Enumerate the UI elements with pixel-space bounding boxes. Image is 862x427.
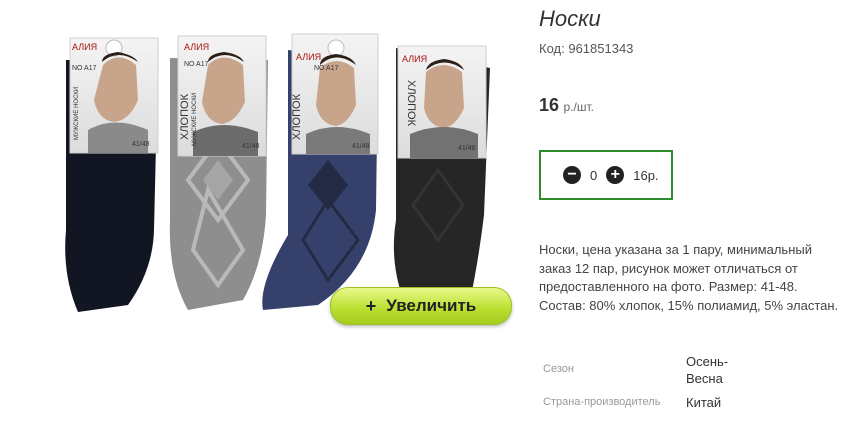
price: 16 р./шт.: [539, 95, 594, 116]
attribute-label-season: Сезон: [543, 363, 574, 375]
size-label-2: 41/48: [242, 143, 260, 150]
quantity-total: 16р.: [633, 167, 659, 183]
size-label-4: 41/48: [458, 145, 476, 152]
code-value: 961851343: [568, 41, 634, 56]
price-value: 16: [539, 95, 560, 115]
size-label-1: 41/48: [132, 141, 150, 148]
brand-label-1: АЛИЯ: [72, 42, 97, 52]
brand-label-3: АЛИЯ: [296, 52, 321, 62]
minus-circle-icon[interactable]: −: [563, 166, 581, 184]
code-label: Код:: [539, 41, 565, 56]
product-description: Носки, цена указана за 1 пару, минимальн…: [539, 242, 839, 313]
attribute-value-country: Китай: [686, 395, 722, 410]
zoom-label: Увеличить: [386, 296, 477, 315]
model-label-1: NO A17: [72, 65, 97, 72]
plus-circle-icon[interactable]: +: [606, 166, 625, 184]
quantity-stepper: − 0 + 16р.: [539, 150, 673, 200]
plus-icon: +: [365, 295, 377, 316]
package-card-1: [69, 37, 159, 154]
product-code: Код: 961851343: [539, 41, 633, 56]
price-unit: р./шт.: [563, 100, 594, 114]
model-label-2: NO A17: [184, 61, 209, 68]
type-label-1: МУЖСКИЕ НОСКИ: [74, 87, 80, 140]
type-label-2: МУЖСКИЕ НОСКИ: [192, 93, 198, 146]
material-label-2: ХЛОПОК: [179, 93, 191, 140]
model-label-3: NO A17: [314, 65, 339, 72]
zoom-button[interactable]: + Увеличить: [330, 287, 512, 325]
quantity-value: 0: [590, 167, 598, 183]
material-label-4: ХЛОПОК: [405, 80, 417, 127]
attribute-value-season: Осень-Весна: [686, 354, 729, 386]
attribute-label-country: Страна-производитель: [543, 396, 661, 408]
brand-label-4: АЛИЯ: [402, 54, 427, 64]
size-label-3: 41/48: [352, 143, 370, 150]
material-label-3: ХЛОПОК: [291, 93, 303, 140]
brand-label-2: АЛИЯ: [184, 42, 209, 52]
product-title: Носки: [539, 6, 601, 31]
